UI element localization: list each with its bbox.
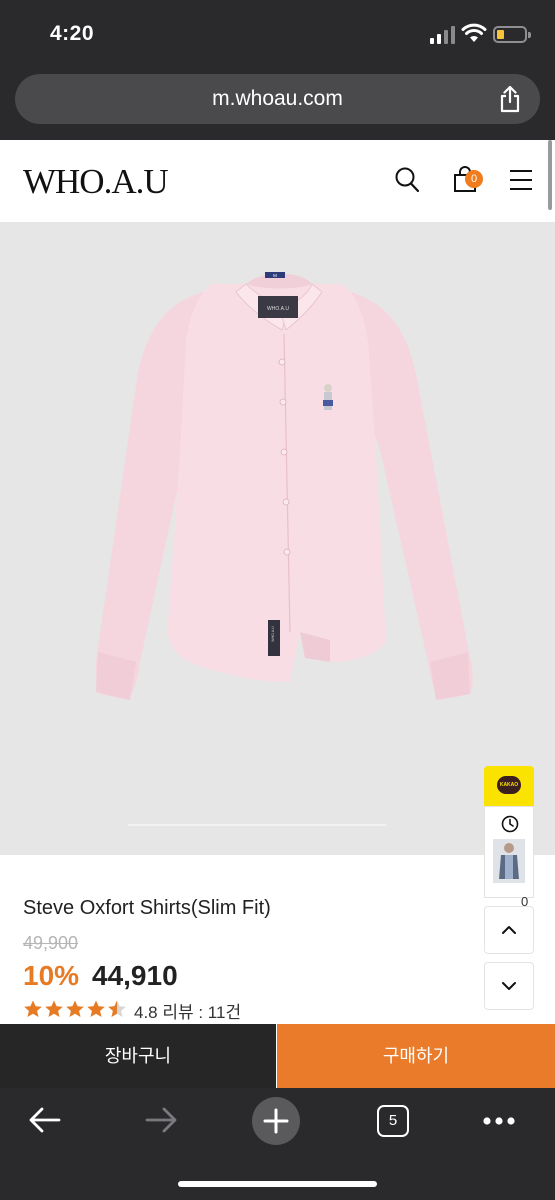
image-slide-indicator <box>128 824 386 826</box>
browser-toolbar: 5 <box>0 1088 555 1200</box>
recent-product-thumbnail[interactable] <box>493 839 525 883</box>
tabs-button[interactable]: 5 <box>377 1105 409 1137</box>
sale-price: 44,910 <box>92 960 178 991</box>
url-text: m.whoau.com <box>212 87 343 110</box>
page-scrollbar[interactable] <box>548 140 552 210</box>
clock-icon <box>501 815 519 833</box>
star-rating-icon[interactable] <box>23 998 131 1020</box>
svg-text:WHO.A.U: WHO.A.U <box>271 626 275 642</box>
battery-icon <box>493 26 531 43</box>
product-shirt-image: WHO.A.U M WHO.A.U <box>95 272 473 700</box>
menu-icon[interactable] <box>508 166 534 194</box>
scroll-bottom-button[interactable] <box>484 962 534 1010</box>
wifi-icon <box>461 23 487 42</box>
product-image-gallery[interactable]: WHO.A.U M WHO.A.U <box>0 222 555 855</box>
status-time: 4:20 <box>50 22 95 45</box>
kakao-label: KAKAO <box>497 776 521 794</box>
buy-now-button[interactable]: 구매하기 <box>277 1024 555 1088</box>
site-header: WHO.A.U 0 <box>0 140 555 222</box>
chevron-down-icon <box>502 982 516 990</box>
cart-count-badge: 0 <box>465 170 483 188</box>
more-options-icon[interactable] <box>482 1116 516 1126</box>
browser-address-area: m.whoau.com <box>0 66 555 140</box>
original-price: 49,900 <box>23 933 79 953</box>
kakao-chat-button[interactable]: KAKAO <box>484 766 534 806</box>
forward-arrow-icon[interactable] <box>144 1106 178 1134</box>
chevron-up-icon <box>502 926 516 934</box>
scroll-top-button[interactable] <box>484 906 534 954</box>
search-icon[interactable] <box>394 166 420 194</box>
recently-viewed-panel[interactable] <box>484 806 534 898</box>
product-name: Steve Oxfort Shirts(Slim Fit) <box>23 897 271 919</box>
svg-text:WHO.A.U: WHO.A.U <box>267 306 289 312</box>
share-icon[interactable] <box>498 85 522 113</box>
add-to-cart-button[interactable]: 장바구니 <box>0 1024 277 1088</box>
home-indicator[interactable] <box>178 1181 377 1187</box>
new-tab-button[interactable] <box>252 1097 300 1145</box>
discount-rate: 10% <box>23 960 80 991</box>
plus-icon <box>263 1108 289 1134</box>
brand-logo[interactable]: WHO.A.U <box>23 162 169 202</box>
status-bar: 4:20 <box>0 0 555 66</box>
address-bar[interactable]: m.whoau.com <box>15 74 540 124</box>
svg-text:M: M <box>273 273 277 278</box>
cellular-signal-icon <box>430 24 456 44</box>
back-arrow-icon[interactable] <box>28 1106 62 1134</box>
rating-summary[interactable]: 4.8 리뷰 : 11건 <box>134 998 241 1023</box>
